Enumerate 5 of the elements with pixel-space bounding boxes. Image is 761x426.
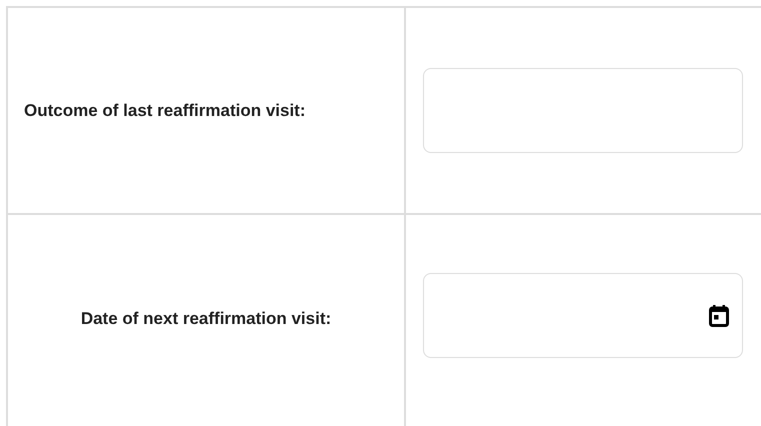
- field-label: Outcome of last reaffirmation visit:: [24, 101, 306, 120]
- date-field[interactable]: [423, 273, 743, 358]
- calendar-icon: [709, 304, 729, 326]
- field-label: Date of next reaffirmation visit:: [80, 309, 332, 328]
- text-field[interactable]: [423, 68, 743, 153]
